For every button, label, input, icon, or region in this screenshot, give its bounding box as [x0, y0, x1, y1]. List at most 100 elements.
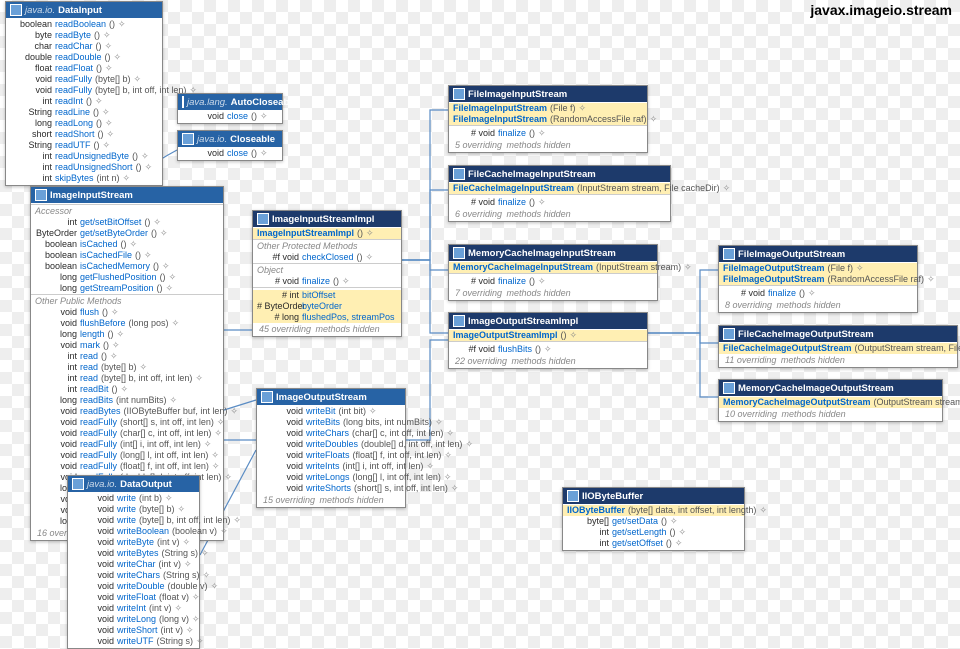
- member-name[interactable]: get/setData: [612, 516, 658, 527]
- constructor-name[interactable]: ImageOutputStreamImpl: [453, 330, 558, 341]
- member-name[interactable]: writeBoolean: [117, 526, 169, 537]
- member-name[interactable]: finalize: [302, 276, 330, 287]
- class-header[interactable]: ImageInputStreamImpl: [253, 211, 401, 227]
- member-name[interactable]: get/setByteOrder: [80, 228, 148, 239]
- member-name[interactable]: writeChars: [306, 428, 349, 439]
- constructor-name[interactable]: FileCacheImageInputStream: [453, 183, 574, 194]
- member-name[interactable]: readLong: [55, 118, 93, 129]
- member-name[interactable]: finalize: [498, 197, 526, 208]
- member-name[interactable]: readFloat: [55, 63, 93, 74]
- constructor-name[interactable]: IIOByteBuffer: [567, 505, 625, 516]
- member-name[interactable]: getFlushedPosition: [80, 272, 157, 283]
- class-header[interactable]: ImageInputStream: [31, 187, 223, 203]
- constructor-name[interactable]: MemoryCacheImageOutputStream: [723, 397, 871, 408]
- member-name[interactable]: readUTF: [55, 140, 91, 151]
- member-name[interactable]: readDouble: [55, 52, 102, 63]
- member-name[interactable]: writeLong: [117, 614, 156, 625]
- constructor-name[interactable]: FileImageOutputStream: [723, 263, 825, 274]
- class-header[interactable]: java.lang.AutoCloseable: [178, 94, 282, 110]
- member-name[interactable]: writeInt: [117, 603, 146, 614]
- member-name[interactable]: getStreamPosition: [80, 283, 154, 294]
- member-name[interactable]: finalize: [498, 128, 526, 139]
- member-name[interactable]: mark: [80, 340, 100, 351]
- member-name[interactable]: readUnsignedByte: [55, 151, 129, 162]
- member-name[interactable]: writeDoubles: [306, 439, 358, 450]
- member-name[interactable]: readFully: [55, 74, 92, 85]
- member-name[interactable]: writeFloats: [306, 450, 350, 461]
- class-header[interactable]: java.io.Closeable: [178, 131, 282, 147]
- member-name[interactable]: writeBits: [306, 417, 340, 428]
- member-name[interactable]: writeChars: [117, 570, 160, 581]
- field-name[interactable]: flushedPos, streamPos: [302, 312, 395, 323]
- member-name[interactable]: writeFloat: [117, 592, 156, 603]
- member-name[interactable]: write: [117, 504, 136, 515]
- member-name[interactable]: write: [117, 493, 136, 504]
- member-name[interactable]: writeByte: [117, 537, 154, 548]
- class-header[interactable]: FileImageInputStream: [449, 86, 647, 102]
- member-name[interactable]: readUnsignedShort: [55, 162, 133, 173]
- member-name[interactable]: isCachedMemory: [80, 261, 150, 272]
- member-name[interactable]: readShort: [55, 129, 95, 140]
- constructor-name[interactable]: FileImageInputStream: [453, 103, 547, 114]
- member-name[interactable]: writeBit: [306, 406, 336, 417]
- member-name[interactable]: readInt: [55, 96, 83, 107]
- member-name[interactable]: close: [227, 148, 248, 159]
- constructor-name[interactable]: FileCacheImageOutputStream: [723, 343, 852, 354]
- member-name[interactable]: readFully: [80, 439, 117, 450]
- member-name[interactable]: checkClosed: [302, 252, 354, 263]
- constructor-name[interactable]: MemoryCacheImageInputStream: [453, 262, 593, 273]
- member-name[interactable]: writeBytes: [117, 548, 159, 559]
- member-name[interactable]: readBytes: [80, 406, 121, 417]
- member-name[interactable]: isCachedFile: [80, 250, 132, 261]
- member-name[interactable]: readBits: [80, 395, 113, 406]
- member-name[interactable]: writeLongs: [306, 472, 350, 483]
- member-name[interactable]: flushBits: [498, 344, 532, 355]
- class-header[interactable]: java.io.DataOutput: [68, 476, 199, 492]
- member-name[interactable]: writeChar: [117, 559, 156, 570]
- class-header[interactable]: java.io.DataInput: [6, 2, 162, 18]
- class-header[interactable]: IIOByteBuffer: [563, 488, 744, 504]
- member-name[interactable]: finalize: [498, 276, 526, 287]
- throws-icon: ✧: [169, 272, 177, 283]
- member-name[interactable]: isCached: [80, 239, 118, 250]
- class-header[interactable]: FileCacheImageInputStream: [449, 166, 670, 182]
- field-name[interactable]: bitOffset: [302, 290, 335, 301]
- member-name[interactable]: readByte: [55, 30, 91, 41]
- member-name[interactable]: readLine: [55, 107, 90, 118]
- constructor-name[interactable]: FileImageInputStream: [453, 114, 547, 125]
- class-header[interactable]: ImageOutputStream: [257, 389, 405, 405]
- member-name[interactable]: readFully: [80, 461, 117, 472]
- constructor-name[interactable]: FileImageOutputStream: [723, 274, 825, 285]
- member-name[interactable]: readFully: [80, 417, 117, 428]
- member-name[interactable]: length: [80, 329, 105, 340]
- member-name[interactable]: skipBytes: [55, 173, 94, 184]
- field-name[interactable]: byteOrder: [302, 301, 342, 312]
- member-name[interactable]: flush: [80, 307, 99, 318]
- member-name[interactable]: finalize: [768, 288, 796, 299]
- member-name[interactable]: readFully: [80, 428, 117, 439]
- member-name[interactable]: close: [227, 111, 248, 122]
- class-header[interactable]: MemoryCacheImageInputStream: [449, 245, 657, 261]
- member-name[interactable]: get/setBitOffset: [80, 217, 141, 228]
- member-name[interactable]: writeShorts: [306, 483, 351, 494]
- class-header[interactable]: FileImageOutputStream: [719, 246, 917, 262]
- member-name[interactable]: writeInts: [306, 461, 340, 472]
- class-header[interactable]: ImageOutputStreamImpl: [449, 313, 647, 329]
- member-name[interactable]: flushBefore: [80, 318, 126, 329]
- class-header[interactable]: FileCacheImageOutputStream: [719, 326, 957, 342]
- member-name[interactable]: readBoolean: [55, 19, 106, 30]
- member-name[interactable]: read: [80, 351, 98, 362]
- member-name[interactable]: read: [80, 373, 98, 384]
- class-header[interactable]: MemoryCacheImageOutputStream: [719, 380, 942, 396]
- constructor-name[interactable]: ImageInputStreamImpl: [257, 228, 354, 239]
- member-name[interactable]: read: [80, 362, 98, 373]
- member-name[interactable]: get/setLength: [612, 527, 667, 538]
- member-name[interactable]: readFully: [80, 450, 117, 461]
- member-name[interactable]: readChar: [55, 41, 93, 52]
- member-name[interactable]: writeDouble: [117, 581, 165, 592]
- member-name[interactable]: readBit: [80, 384, 109, 395]
- member-name[interactable]: writeUTF: [117, 636, 154, 647]
- member-name[interactable]: readFully: [55, 85, 92, 96]
- member-name[interactable]: get/setOffset: [612, 538, 663, 549]
- member-name[interactable]: write: [117, 515, 136, 526]
